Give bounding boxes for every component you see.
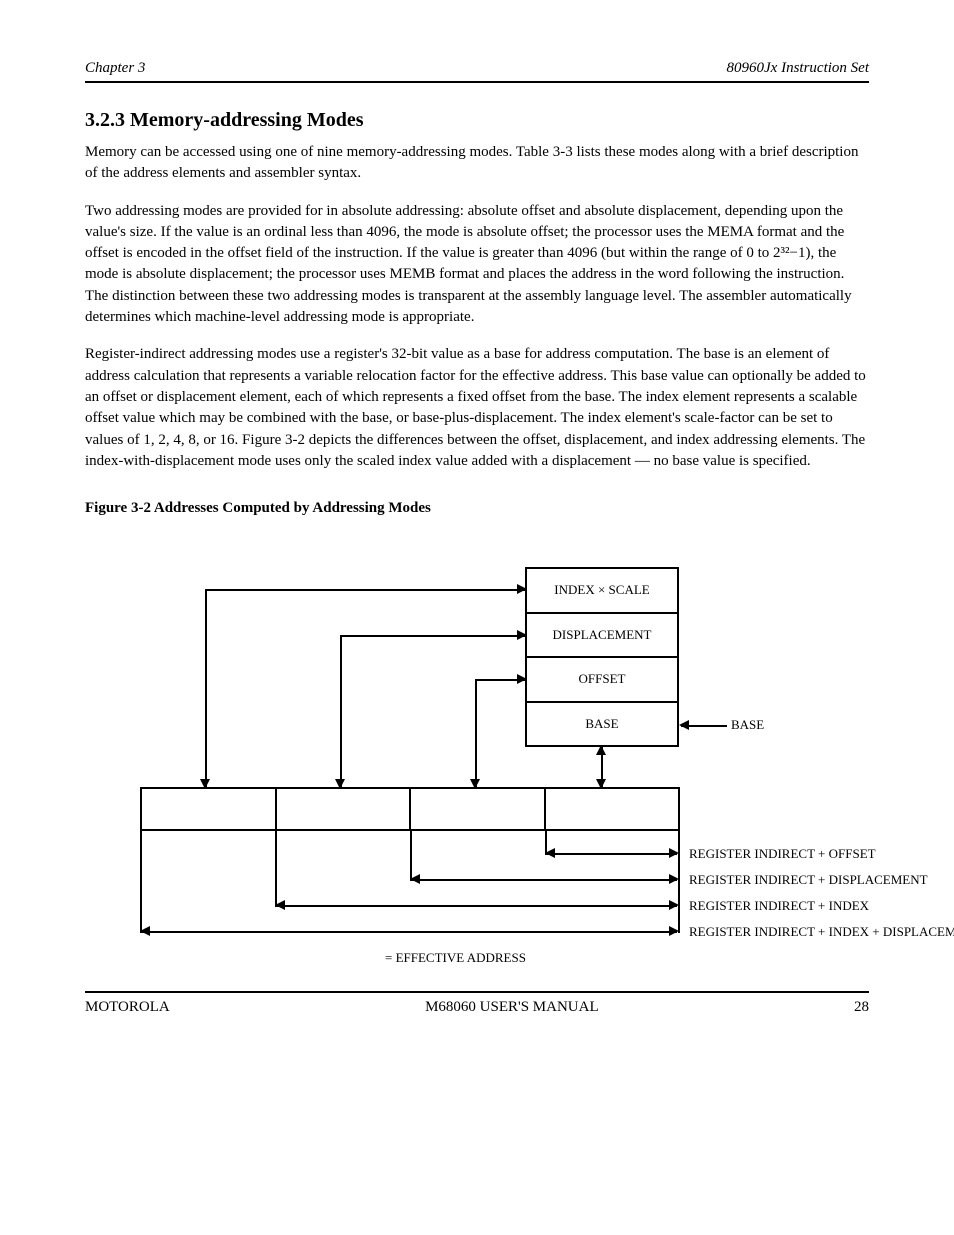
register-stack: INDEX × SCALE DISPLACEMENT OFFSET BASE (525, 567, 679, 747)
connector-v1 (205, 589, 207, 787)
tick (140, 831, 142, 933)
memory-cell (409, 789, 544, 829)
memory-cell (275, 789, 410, 829)
mode-label-2: REGISTER INDIRECT + DISPLACEMENT (689, 872, 928, 888)
span-3 (277, 905, 677, 907)
stack-cell: DISPLACEMENT (527, 612, 677, 657)
footer-left: MOTOROLA (85, 999, 170, 1016)
connector-h1 (205, 589, 525, 591)
arrow-base-in (681, 725, 727, 727)
span-1 (547, 853, 677, 855)
stack-cell: INDEX × SCALE (527, 569, 677, 612)
tick (275, 831, 277, 907)
ea-label: = EFFECTIVE ADDRESS (385, 950, 526, 966)
connector-d1 (205, 775, 207, 787)
stack-cell: BASE (527, 701, 677, 746)
chapter-title: 80960Jx Instruction Set (727, 60, 869, 77)
memory-cell (142, 789, 275, 829)
footer-title: M68060 USER'S MANUAL (425, 999, 599, 1016)
connector-v2 (340, 635, 342, 787)
connector-d2 (340, 775, 342, 787)
paragraph-2: Two addressing modes are provided for in… (85, 201, 869, 329)
base-label: BASE (731, 717, 764, 733)
footer-rule (85, 991, 869, 993)
header-rule (85, 81, 869, 83)
connector-d3 (475, 775, 477, 787)
span-4 (142, 931, 677, 933)
connector-v3 (475, 679, 477, 787)
connector-h2 (340, 635, 525, 637)
arrow-stack-to-row (601, 747, 603, 787)
memory-row (140, 787, 680, 831)
mode-label-4: REGISTER INDIRECT + INDEX + DISPLACEMENT (689, 924, 954, 940)
figure-caption: Figure 3-2 Addresses Computed by Address… (85, 500, 869, 517)
memory-cell (544, 789, 679, 829)
mode-label-3: REGISTER INDIRECT + INDEX (689, 898, 869, 914)
span-2 (412, 879, 677, 881)
chapter-label: Chapter 3 (85, 60, 145, 77)
footer-page: 28 (854, 999, 869, 1016)
section-heading: 3.2.3 Memory-addressing Modes (85, 109, 869, 132)
mode-label-1: REGISTER INDIRECT + OFFSET (689, 846, 876, 862)
paragraph-1: Memory can be accessed using one of nine… (85, 142, 869, 185)
figure-diagram: INDEX × SCALE DISPLACEMENT OFFSET BASE B… (85, 527, 869, 957)
footer: MOTOROLA M68060 USER'S MANUAL 28 (85, 991, 869, 1016)
stack-cell: OFFSET (527, 656, 677, 701)
paragraph-3: Register-indirect addressing modes use a… (85, 344, 869, 472)
connector-h3 (475, 679, 525, 681)
